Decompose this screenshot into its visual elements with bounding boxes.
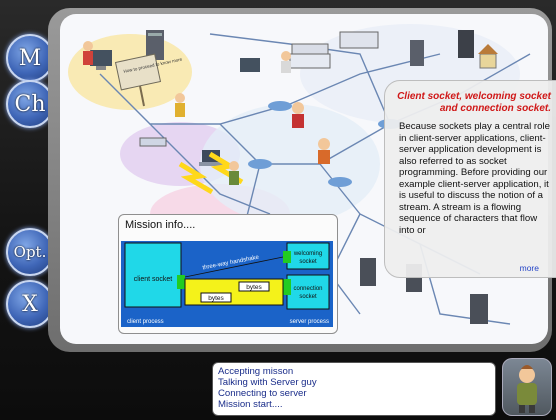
character-figure-icon bbox=[281, 51, 291, 73]
avatar-figure-icon bbox=[517, 365, 537, 413]
router-icon bbox=[328, 177, 352, 187]
options-button[interactable]: Opt. bbox=[6, 228, 54, 276]
bytes-bottom-label: bytes bbox=[208, 295, 224, 302]
switch-icon bbox=[139, 137, 167, 147]
status-line: Accepting misson bbox=[218, 366, 294, 377]
player-avatar[interactable] bbox=[502, 358, 552, 416]
info-title: Client socket, welcoming socket and conn… bbox=[397, 91, 551, 114]
server-tower-icon bbox=[360, 258, 376, 286]
socket-diagram: client socket welcoming socket connectio… bbox=[121, 241, 333, 327]
character-figure-icon bbox=[83, 41, 93, 65]
client-socket-label: client socket bbox=[134, 276, 173, 283]
character-figure-icon bbox=[175, 93, 185, 117]
connection-plug bbox=[283, 279, 291, 295]
connection-socket-label-2: socket bbox=[299, 294, 317, 300]
character-figure-icon bbox=[229, 161, 239, 185]
status-line: Talking with Server guy bbox=[218, 377, 317, 388]
welcoming-plug bbox=[283, 251, 291, 263]
client-plug bbox=[177, 275, 185, 289]
status-line: Mission start.... bbox=[218, 399, 283, 410]
connection-socket-label: connection bbox=[293, 286, 322, 292]
exit-button-label: X bbox=[22, 291, 38, 317]
chapter-button-label: Ch bbox=[14, 91, 46, 117]
character-figure-icon bbox=[318, 138, 330, 164]
status-log: Accepting misson Talking with Server guy… bbox=[212, 362, 496, 416]
bytes-top-label: bytes bbox=[246, 284, 262, 291]
monitor-icon bbox=[240, 58, 260, 72]
menu-button[interactable]: M bbox=[6, 34, 54, 82]
server-rack-icon bbox=[289, 43, 331, 69]
options-button-label: Opt. bbox=[13, 243, 47, 261]
client-socket-box bbox=[124, 242, 182, 308]
connection-socket-box bbox=[286, 274, 330, 310]
client-process-label: client process bbox=[127, 319, 164, 325]
server-tower-icon bbox=[458, 30, 474, 58]
server-process-label: server process bbox=[290, 319, 329, 325]
welcoming-socket-label-2: socket bbox=[299, 259, 317, 265]
menu-button-label: M bbox=[18, 45, 42, 71]
status-line: Connecting to server bbox=[218, 388, 307, 399]
mission-title: Mission info.... bbox=[125, 219, 196, 231]
mission-info-window: Mission info.... client socket welcoming… bbox=[118, 214, 338, 334]
router-icon bbox=[268, 101, 292, 111]
chapter-button[interactable]: Ch bbox=[6, 80, 54, 128]
exit-button[interactable]: X bbox=[6, 280, 54, 328]
server-tower-icon bbox=[470, 294, 488, 324]
server-tower-icon bbox=[410, 40, 424, 66]
info-body: Because sockets play a central role in c… bbox=[399, 121, 550, 236]
router-icon bbox=[248, 159, 272, 169]
info-panel: Client socket, welcoming socket and conn… bbox=[384, 80, 556, 278]
info-more-link[interactable]: more bbox=[520, 263, 539, 273]
character-figure-icon bbox=[292, 102, 304, 128]
server-box-icon bbox=[339, 31, 379, 49]
welcoming-socket-label: welcoming bbox=[293, 251, 322, 257]
